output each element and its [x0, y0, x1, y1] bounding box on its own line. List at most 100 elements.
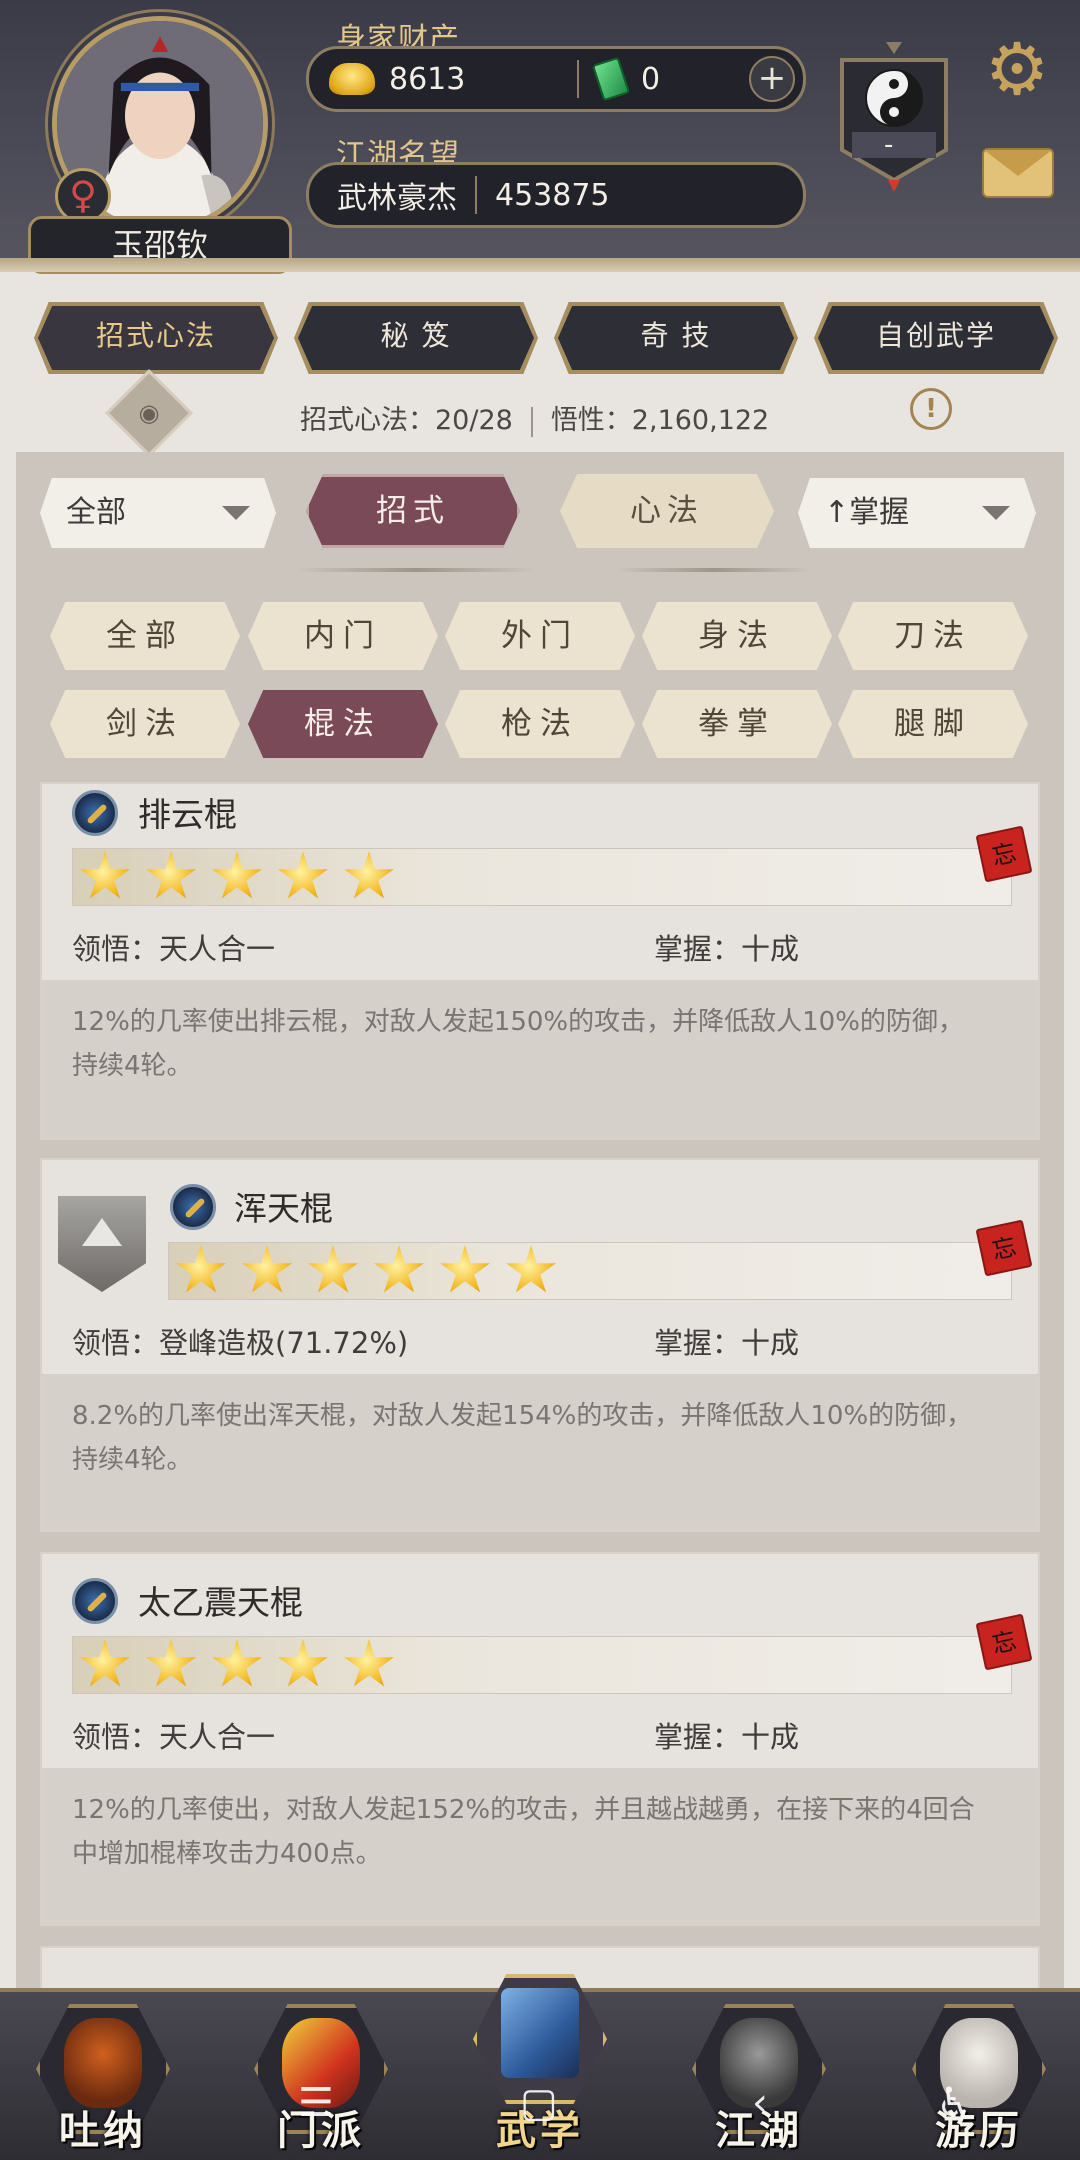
star-icon — [308, 1245, 358, 1293]
star-icon — [80, 1639, 130, 1687]
menu-icon[interactable]: ☰ — [298, 2080, 334, 2126]
mode-mind-button[interactable]: 心法 — [560, 474, 774, 548]
chip-footwork[interactable]: 身法 — [642, 602, 832, 670]
skill-name: 浑天棍 — [234, 1189, 333, 1228]
star-icon — [80, 851, 130, 899]
scope-dropdown[interactable]: 全部 — [40, 478, 276, 548]
top-header: ♀ 玉邵钦 身家财产 8613 0 + 江湖名望 武林豪杰 453875 - ⚙ — [0, 0, 1080, 274]
stats-divider — [530, 406, 533, 437]
description-area: 8.2%的几率使出浑天棍，对敌人发起154%的攻击，并降低敌人10%的防御，持续… — [42, 1374, 1038, 1530]
tab-self-created[interactable]: 自创武学 — [818, 306, 1054, 370]
skill-mastery: 掌握：十成 — [654, 1326, 800, 1360]
ornament-divider — [616, 568, 812, 572]
stars-row — [79, 851, 395, 903]
description-area: 12%的几率使出排云棍，对敌人发起150%的攻击，并降低敌人10%的防御，持续4… — [42, 980, 1038, 1138]
sect-badge-icon[interactable] — [836, 40, 952, 192]
insight-value: 悟性：2,160,122 — [550, 405, 770, 436]
info-icon[interactable]: ! — [910, 388, 952, 430]
settings-gear-icon[interactable]: ⚙ — [978, 30, 1056, 108]
skill-insight: 领悟：天人合一 — [72, 932, 276, 966]
staff-skill-icon — [72, 790, 118, 836]
tab-secret-manual[interactable]: 秘 笈 — [298, 306, 534, 370]
star-icon — [374, 1245, 424, 1293]
chip-fist-palm[interactable]: 拳掌 — [642, 690, 832, 758]
star-rating — [72, 848, 1012, 906]
moves-count: 招式心法：20/28 — [300, 405, 513, 436]
star-icon — [212, 1639, 262, 1687]
sort-dropdown-value: ↑掌握 — [824, 495, 910, 530]
reputation-pill: 武林豪杰 453875 — [306, 162, 806, 228]
sort-dropdown[interactable]: ↑掌握 — [798, 478, 1036, 548]
star-rating — [72, 1636, 1012, 1694]
forget-skill-button[interactable]: 忘 — [975, 825, 1033, 883]
star-icon — [212, 851, 262, 899]
stats-line: 招式心法：20/28 悟性：2,160,122 — [300, 398, 769, 437]
skill-name: 排云棍 — [138, 795, 237, 834]
add-currency-button[interactable]: + — [749, 56, 795, 102]
star-icon — [146, 851, 196, 899]
chip-all[interactable]: 全部 — [50, 602, 240, 670]
skill-card[interactable]: 排云棍 忘 领悟：天人合一 掌握：十成 12%的几率使出排云棍，对敌人发起150… — [40, 782, 1040, 1140]
star-icon — [506, 1245, 556, 1293]
chip-blade[interactable]: 刀法 — [838, 602, 1028, 670]
jade-icon — [591, 56, 631, 102]
chip-sword[interactable]: 剑法 — [50, 690, 240, 758]
rank-up-badge-icon — [58, 1196, 146, 1292]
skill-description: 12%的几率使出排云棍，对敌人发起150%的攻击，并降低敌人10%的防御，持续4… — [72, 1007, 964, 1081]
star-icon — [278, 851, 328, 899]
chip-outer[interactable]: 外门 — [445, 602, 635, 670]
skill-description: 8.2%的几率使出浑天棍，对敌人发起154%的攻击，并降低敌人10%的防御，持续… — [72, 1401, 973, 1475]
chip-spear[interactable]: 枪法 — [445, 690, 635, 758]
stars-row — [175, 1245, 557, 1297]
skill-insight: 领悟：登峰造极(71.72%) — [72, 1326, 409, 1360]
chip-staff[interactable]: 棍法 — [248, 690, 438, 758]
tab-moves-mind[interactable]: 招式心法 — [38, 306, 274, 370]
mode-moves-button[interactable]: 招式 — [306, 474, 520, 548]
star-icon — [242, 1245, 292, 1293]
forget-skill-button[interactable]: 忘 — [975, 1219, 1033, 1277]
pill-divider — [475, 176, 477, 214]
chip-kick[interactable]: 腿脚 — [838, 690, 1028, 758]
back-chevron-icon[interactable]: ‹ — [752, 2080, 768, 2126]
gold-ingot-icon — [329, 63, 375, 95]
bottom-nav: 吐纳 门派 武学 江湖 游历 — [0, 1974, 1080, 2160]
chevron-down-icon — [222, 506, 250, 520]
nav-label: 游历 — [935, 2107, 1023, 2154]
wealth-pill: 8613 0 + — [306, 46, 806, 112]
mail-envelope-icon[interactable] — [982, 148, 1054, 198]
skill-mastery: 掌握：十成 — [654, 932, 800, 966]
monk-meditating-icon — [64, 2018, 142, 2108]
nav-label: 吐纳 — [59, 2107, 147, 2154]
star-icon — [344, 851, 394, 899]
eye-icon[interactable]: ◉ — [105, 369, 193, 457]
skill-card[interactable]: 太乙震天棍 忘 领悟：天人合一 掌握：十成 12%的几率使出，对敌人发起152%… — [40, 1552, 1040, 1926]
accessibility-icon[interactable]: ♿ — [936, 2080, 972, 2126]
gold-amount: 8613 — [389, 61, 466, 97]
staff-skill-icon — [72, 1578, 118, 1624]
star-icon — [146, 1639, 196, 1687]
skill-mastery: 掌握：十成 — [654, 1720, 800, 1754]
star-icon — [440, 1245, 490, 1293]
jade-amount: 0 — [641, 61, 661, 97]
star-icon — [278, 1639, 328, 1687]
reputation-title: 武林豪杰 — [337, 181, 457, 216]
sect-badge-value: - — [884, 130, 894, 160]
chevron-down-icon — [982, 506, 1010, 520]
staff-skill-icon — [170, 1184, 216, 1230]
tab-special-skill[interactable]: 奇 技 — [558, 306, 794, 370]
star-icon — [176, 1245, 226, 1293]
martial-book-icon — [501, 1988, 579, 2078]
description-area: 12%的几率使出，对敌人发起152%的攻击，并且越战越勇，在接下来的4回合中增加… — [42, 1768, 1038, 1924]
star-icon — [344, 1639, 394, 1687]
skill-name: 太乙震天棍 — [138, 1583, 303, 1622]
chip-inner[interactable]: 内门 — [248, 602, 438, 670]
nav-breathing[interactable]: 吐纳 — [28, 2004, 178, 2160]
star-rating — [168, 1242, 1012, 1300]
skill-card[interactable]: 浑天棍 忘 领悟：登峰造极(71.72%) 掌握：十成 8.2%的几率使出浑天棍… — [40, 1158, 1040, 1532]
nav-travel[interactable]: 游历 — [904, 2004, 1054, 2160]
scope-dropdown-value: 全部 — [66, 495, 126, 530]
player-name: 玉邵钦 — [28, 216, 292, 274]
home-square-icon[interactable]: ▢ — [520, 2080, 558, 2126]
ornament-divider — [296, 568, 536, 572]
forget-skill-button[interactable]: 忘 — [975, 1613, 1033, 1671]
